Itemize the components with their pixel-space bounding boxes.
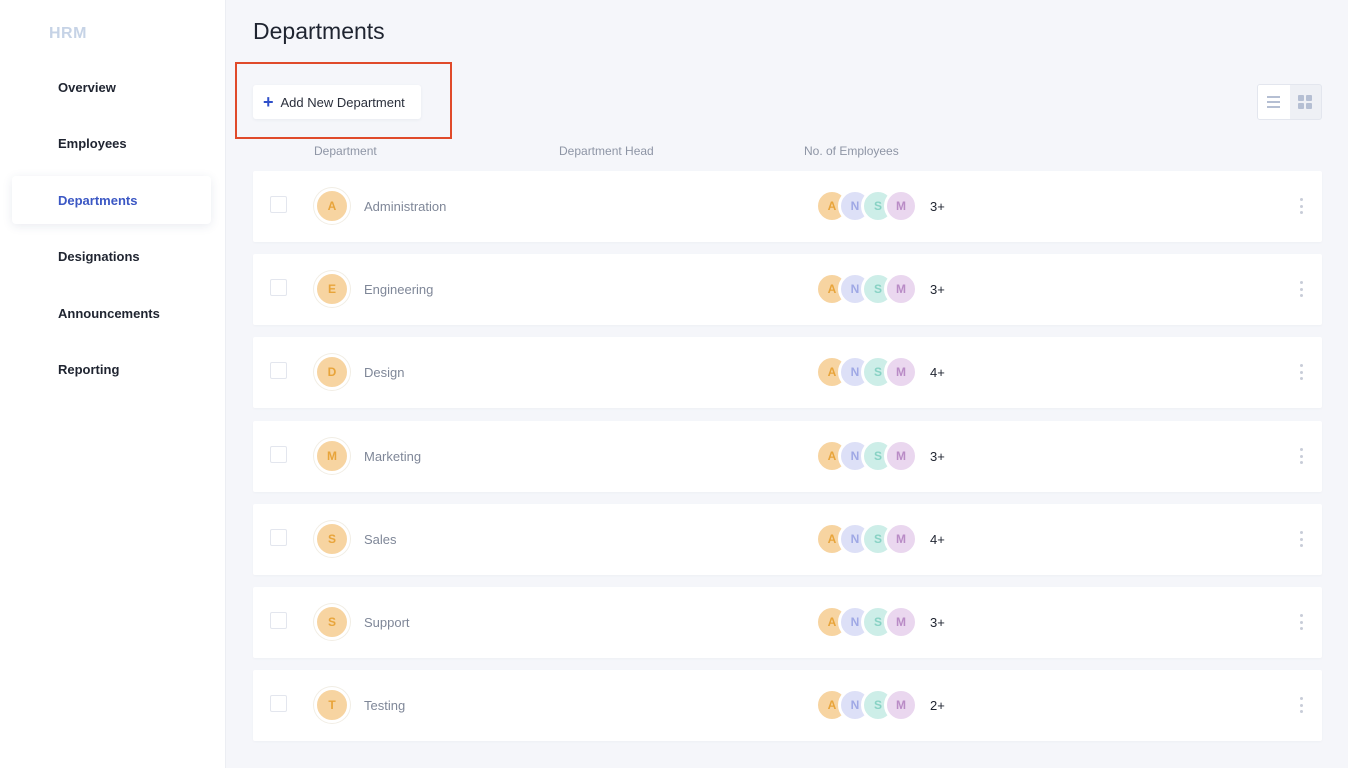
- department-name[interactable]: Design: [364, 365, 404, 380]
- employee-avatars: A N S M 3+: [815, 439, 945, 473]
- table-row[interactable]: A Administration A N S M 3+: [253, 171, 1322, 242]
- table-row[interactable]: E Engineering A N S M 3+: [253, 254, 1322, 325]
- table-row[interactable]: D Design A N S M 4+: [253, 337, 1322, 408]
- sidebar-item-overview[interactable]: Overview: [12, 63, 211, 111]
- department-avatar: S: [314, 521, 350, 557]
- avatar: M: [884, 355, 918, 389]
- department-avatar: D: [314, 354, 350, 390]
- row-checkbox[interactable]: [270, 196, 287, 213]
- sidebar: HRM Overview Employees Departments Desig…: [0, 0, 226, 768]
- employee-count: 3+: [930, 448, 945, 464]
- table-row[interactable]: M Marketing A N S M 3+: [253, 421, 1322, 492]
- row-checkbox[interactable]: [270, 362, 287, 379]
- column-header-employee-count: No. of Employees: [804, 144, 899, 158]
- list-view-button[interactable]: [1258, 85, 1290, 119]
- row-checkbox[interactable]: [270, 279, 287, 296]
- employee-count: 2+: [930, 697, 945, 713]
- department-avatar: A: [314, 188, 350, 224]
- row-checkbox[interactable]: [270, 446, 287, 463]
- employee-count: 4+: [930, 364, 945, 380]
- employee-count: 3+: [930, 614, 945, 630]
- grid-icon: [1298, 95, 1313, 109]
- sidebar-item-employees[interactable]: Employees: [12, 119, 211, 167]
- avatar: M: [884, 688, 918, 722]
- more-options-icon[interactable]: [1297, 198, 1305, 214]
- more-options-icon[interactable]: [1297, 448, 1305, 464]
- department-name[interactable]: Sales: [364, 532, 397, 547]
- grid-view-button[interactable]: [1290, 85, 1322, 119]
- employee-avatars: A N S M 4+: [815, 522, 945, 556]
- sidebar-item-reporting[interactable]: Reporting: [12, 345, 211, 393]
- employee-count: 3+: [930, 198, 945, 214]
- department-avatar: E: [314, 271, 350, 307]
- employee-count: 4+: [930, 531, 945, 547]
- add-new-department-button[interactable]: + Add New Department: [253, 85, 421, 119]
- more-options-icon[interactable]: [1297, 531, 1305, 547]
- department-name[interactable]: Engineering: [364, 282, 433, 297]
- add-new-department-label: Add New Department: [280, 94, 405, 110]
- view-toggle: [1257, 84, 1322, 120]
- sidebar-item-departments[interactable]: Departments: [12, 176, 211, 224]
- table-row[interactable]: S Support A N S M 3+: [253, 587, 1322, 658]
- row-checkbox[interactable]: [270, 695, 287, 712]
- department-avatar: M: [314, 438, 350, 474]
- employee-avatars: A N S M 3+: [815, 605, 945, 639]
- employee-avatars: A N S M 2+: [815, 688, 945, 722]
- more-options-icon[interactable]: [1297, 281, 1305, 297]
- list-icon: [1267, 96, 1281, 108]
- employee-avatars: A N S M 3+: [815, 272, 945, 306]
- more-options-icon[interactable]: [1297, 364, 1305, 380]
- sidebar-item-announcements[interactable]: Announcements: [12, 289, 211, 337]
- department-name[interactable]: Marketing: [364, 449, 421, 464]
- department-name[interactable]: Testing: [364, 698, 405, 713]
- employee-avatars: A N S M 4+: [815, 355, 945, 389]
- page-title: Departments: [253, 18, 385, 44]
- column-header-department: Department: [314, 144, 377, 158]
- avatar: M: [884, 189, 918, 223]
- avatar: M: [884, 522, 918, 556]
- column-header-department-head: Department Head: [559, 144, 654, 158]
- more-options-icon[interactable]: [1297, 697, 1305, 713]
- row-checkbox[interactable]: [270, 612, 287, 629]
- sidebar-item-designations[interactable]: Designations: [12, 232, 211, 280]
- department-avatar: S: [314, 604, 350, 640]
- more-options-icon[interactable]: [1297, 614, 1305, 630]
- avatar: M: [884, 272, 918, 306]
- avatar: M: [884, 439, 918, 473]
- table-row[interactable]: T Testing A N S M 2+: [253, 670, 1322, 741]
- department-name[interactable]: Administration: [364, 199, 446, 214]
- employee-avatars: A N S M 3+: [815, 189, 945, 223]
- department-avatar: T: [314, 687, 350, 723]
- avatar: M: [884, 605, 918, 639]
- row-checkbox[interactable]: [270, 529, 287, 546]
- employee-count: 3+: [930, 281, 945, 297]
- brand-logo: HRM: [49, 25, 87, 42]
- plus-icon: +: [263, 92, 274, 112]
- department-name[interactable]: Support: [364, 615, 410, 630]
- table-row[interactable]: S Sales A N S M 4+: [253, 504, 1322, 575]
